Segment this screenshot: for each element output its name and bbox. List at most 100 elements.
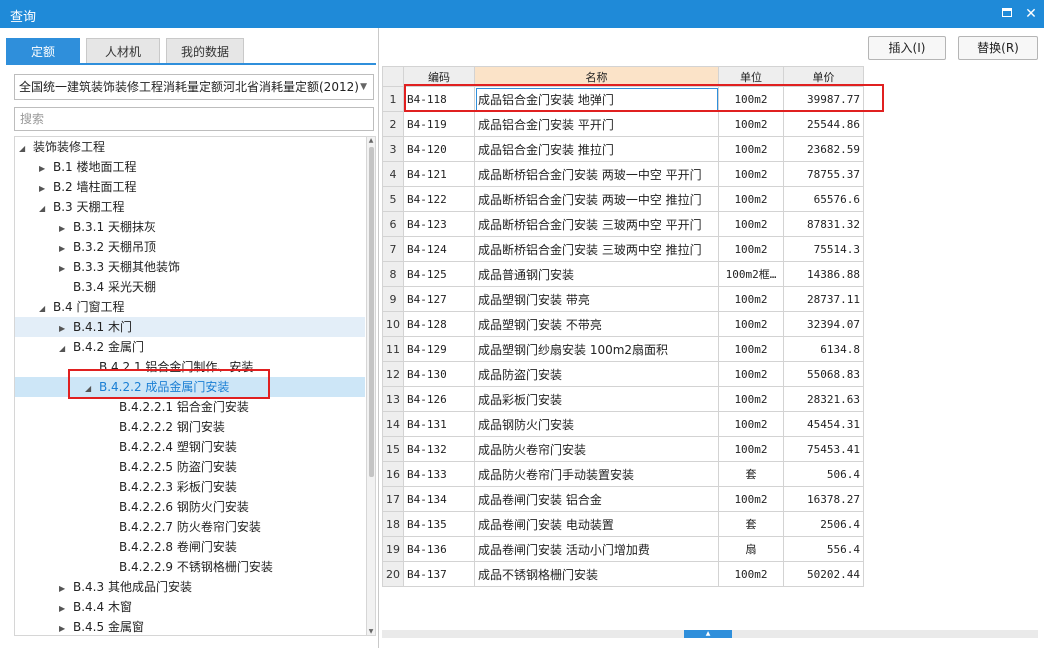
cell-price[interactable]: 23682.59	[783, 136, 864, 162]
tree-node[interactable]: ▶ B.4.1 木门	[59, 317, 132, 337]
row-number[interactable]: 10	[382, 311, 404, 337]
cell-code[interactable]: B4-124	[403, 236, 475, 262]
collapsed-triangle-icon[interactable]: ▶	[59, 599, 73, 619]
tree-node[interactable]: ◢ B.3 天棚工程	[39, 197, 125, 217]
cell-unit[interactable]: 100m2	[718, 211, 784, 237]
row-number[interactable]: 4	[382, 161, 404, 187]
cell-unit[interactable]: 100m2	[718, 236, 784, 262]
tree-node[interactable]: B.4.2.2.9 不锈钢格栅门安装	[105, 557, 273, 577]
cell-price[interactable]: 65576.6	[783, 186, 864, 212]
tree-node[interactable]: ◢ B.4.2 金属门	[59, 337, 144, 357]
cell-unit[interactable]: 100m2框…	[718, 261, 784, 287]
row-number[interactable]: 3	[382, 136, 404, 162]
collapsed-triangle-icon[interactable]: ▶	[59, 319, 73, 339]
cell-name[interactable]: 成品塑钢门安装 不带亮	[474, 311, 719, 337]
replace-button[interactable]: 替换(R)	[958, 36, 1038, 60]
cell-code[interactable]: B4-134	[403, 486, 475, 512]
row-number[interactable]: 9	[382, 286, 404, 312]
table-row[interactable]: 7 B4-124 成品断桥铝合金门安装 三玻两中空 推拉门 100m2 75514.3	[382, 236, 864, 262]
cell-unit[interactable]: 100m2	[718, 336, 784, 362]
table-row[interactable]: 9 B4-127 成品塑钢门安装 带亮 100m2 28737.11	[382, 286, 864, 312]
cell-price[interactable]: 25544.86	[783, 111, 864, 137]
collapsed-triangle-icon[interactable]: ▶	[59, 219, 73, 239]
table-row[interactable]: 13 B4-126 成品彩板门安装 100m2 28321.63	[382, 386, 864, 412]
tree-node[interactable]: ▶ B.4.3 其他成品门安装	[59, 577, 192, 597]
tree-node[interactable]: ▶ B.3.2 天棚吊顶	[59, 237, 156, 257]
row-number[interactable]: 18	[382, 511, 404, 537]
cell-name[interactable]: 成品塑钢门安装 带亮	[474, 286, 719, 312]
tree-node[interactable]: ◢ B.4 门窗工程	[39, 297, 125, 317]
tab-my-data[interactable]: 我的数据	[166, 38, 244, 64]
cell-name[interactable]: 成品卷闸门安装 电动装置	[474, 511, 719, 537]
tree-node[interactable]: B.4.2.2.7 防火卷帘门安装	[105, 517, 261, 537]
panel-divider[interactable]	[378, 28, 379, 648]
cell-price[interactable]: 6134.8	[783, 336, 864, 362]
table-row[interactable]: 20 B4-137 成品不锈钢格栅门安装 100m2 50202.44	[382, 561, 864, 587]
row-number[interactable]: 19	[382, 536, 404, 562]
cell-code[interactable]: B4-133	[403, 461, 475, 487]
row-number[interactable]: 17	[382, 486, 404, 512]
table-row[interactable]: 3 B4-120 成品铝合金门安装 推拉门 100m2 23682.59	[382, 136, 864, 162]
table-row[interactable]: 14 B4-131 成品钢防火门安装 100m2 45454.31	[382, 411, 864, 437]
cell-code[interactable]: B4-119	[403, 111, 475, 137]
table-row[interactable]: 19 B4-136 成品卷闸门安装 活动小门增加费扇 556.4	[382, 536, 864, 562]
collapsed-triangle-icon[interactable]: ▶	[59, 259, 73, 279]
tree-node[interactable]: B.4.2.2.8 卷闸门安装	[105, 537, 237, 557]
collapsed-triangle-icon[interactable]: ▶	[59, 239, 73, 259]
cell-price[interactable]: 506.4	[783, 461, 864, 487]
cell-code[interactable]: B4-136	[403, 536, 475, 562]
tree-node[interactable]: B.3.4 采光天棚	[59, 277, 156, 297]
cell-unit[interactable]: 100m2	[718, 161, 784, 187]
cell-name[interactable]: 成品塑钢门纱扇安装 100m2扇面积	[474, 336, 719, 362]
row-number[interactable]: 14	[382, 411, 404, 437]
cell-name[interactable]: 成品铝合金门安装 平开门	[474, 111, 719, 137]
tree-node[interactable]: ▶ B.3.3 天棚其他装饰	[59, 257, 180, 277]
cell-price[interactable]: 55068.83	[783, 361, 864, 387]
cell-name[interactable]: 成品断桥铝合金门安装 三玻两中空 平开门	[474, 211, 719, 237]
table-row[interactable]: 15 B4-132 成品防火卷帘门安装 100m2 75453.41	[382, 436, 864, 462]
row-number[interactable]: 1	[382, 86, 404, 112]
table-row[interactable]: 18 B4-135 成品卷闸门安装 电动装置套 2506.4	[382, 511, 864, 537]
cell-unit[interactable]: 100m2	[718, 561, 784, 587]
tab-labor-material-machine[interactable]: 人材机	[86, 38, 160, 64]
cell-price[interactable]: 16378.27	[783, 486, 864, 512]
table-row[interactable]: 5 B4-122 成品断桥铝合金门安装 两玻一中空 推拉门 100m2 65576.6	[382, 186, 864, 212]
tree-node[interactable]: B.4.2.2.5 防盗门安装	[105, 457, 237, 477]
chevron-down-icon[interactable]: ▼	[360, 75, 367, 99]
cell-unit[interactable]: 100m2	[718, 361, 784, 387]
cell-code[interactable]: B4-121	[403, 161, 475, 187]
tree-node[interactable]: ◢ 装饰装修工程	[19, 137, 105, 157]
row-number[interactable]: 6	[382, 211, 404, 237]
row-number[interactable]: 11	[382, 336, 404, 362]
cell-name[interactable]: 成品断桥铝合金门安装 两玻一中空 平开门	[474, 161, 719, 187]
cell-name[interactable]: 成品不锈钢格栅门安装	[474, 561, 719, 587]
table-row[interactable]: 6 B4-123 成品断桥铝合金门安装 三玻两中空 平开门 100m2 87831.32	[382, 211, 864, 237]
row-number[interactable]: 20	[382, 561, 404, 587]
cell-price[interactable]: 2506.4	[783, 511, 864, 537]
tab-quota[interactable]: 定额	[6, 38, 80, 64]
tree-node[interactable]: B.4.2.2.2 钢门安装	[105, 417, 225, 437]
row-number[interactable]: 16	[382, 461, 404, 487]
cell-code[interactable]: B4-125	[403, 261, 475, 287]
row-number[interactable]: 15	[382, 436, 404, 462]
cell-price[interactable]: 28321.63	[783, 386, 864, 412]
cell-price[interactable]: 556.4	[783, 536, 864, 562]
row-number[interactable]: 5	[382, 186, 404, 212]
cell-code[interactable]: B4-126	[403, 386, 475, 412]
collapsed-triangle-icon[interactable]: ▶	[39, 159, 53, 179]
cell-price[interactable]: 78755.37	[783, 161, 864, 187]
cell-code[interactable]: B4-137	[403, 561, 475, 587]
quota-library-select[interactable]: 全国统一建筑装饰装修工程消耗量定额河北省消耗量定额(2012) ▼	[14, 74, 374, 100]
tree-node[interactable]: ▶ B.1 楼地面工程	[39, 157, 137, 177]
tree-node[interactable]: ▶ B.2 墙柱面工程	[39, 177, 137, 197]
cell-unit[interactable]: 套	[718, 511, 784, 537]
cell-price[interactable]: 14386.88	[783, 261, 864, 287]
cell-unit[interactable]: 100m2	[718, 486, 784, 512]
cell-code[interactable]: B4-129	[403, 336, 475, 362]
cell-code[interactable]: B4-128	[403, 311, 475, 337]
expanded-triangle-icon[interactable]: ◢	[39, 199, 53, 219]
cell-name[interactable]: 成品卷闸门安装 铝合金	[474, 486, 719, 512]
cell-unit[interactable]: 扇	[718, 536, 784, 562]
collapsed-triangle-icon[interactable]: ▶	[59, 579, 73, 599]
cell-name[interactable]: 成品防火卷帘门安装	[474, 436, 719, 462]
